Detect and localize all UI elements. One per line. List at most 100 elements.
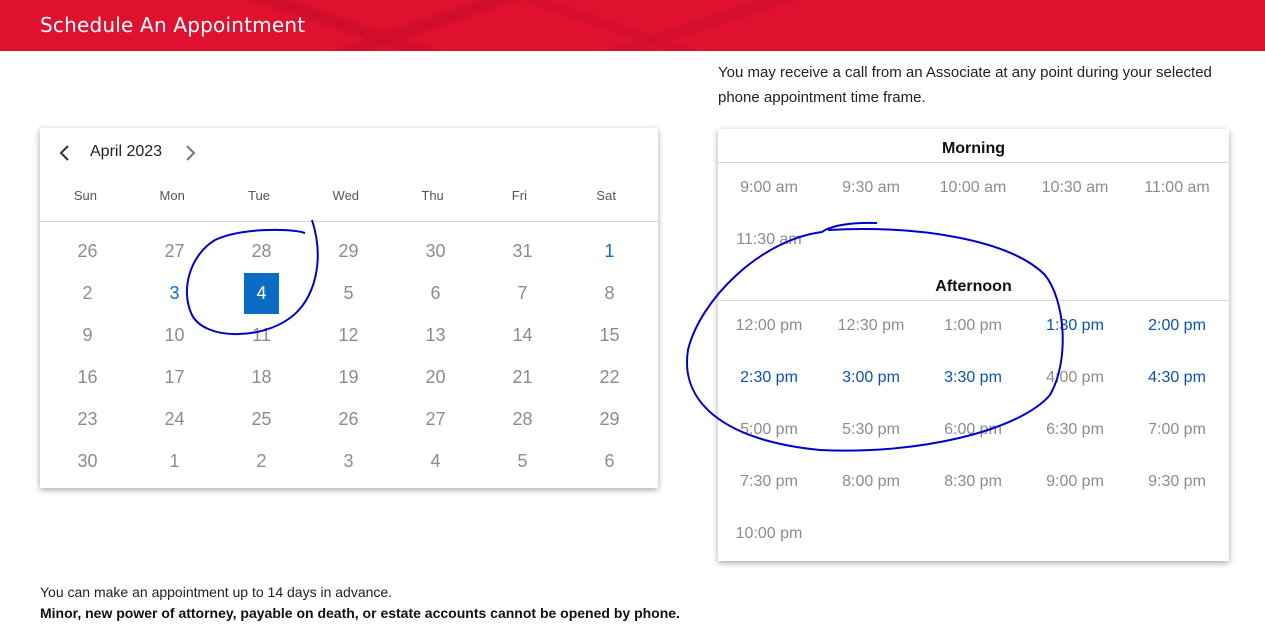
calendar-week: 16 17 18 19 20 21 22 (44, 356, 654, 398)
calendar-week: 23 24 25 26 27 28 29 (44, 398, 654, 440)
calendar-nav: April 2023 (40, 128, 658, 178)
calendar-day: 7 (479, 272, 566, 314)
calendar-day: 27 (131, 230, 218, 272)
day-number: 23 (77, 408, 98, 429)
weekday-label: Sun (73, 188, 97, 203)
time-slot: 5:30 pm (842, 421, 900, 438)
morning-heading: Morning (941, 140, 1006, 157)
calendar-day: 5 (305, 272, 392, 314)
calendar-day: 3 (305, 440, 392, 482)
day-number: 7 (517, 282, 528, 303)
time-slot: 8:30 pm (944, 473, 1002, 490)
day-number: 26 (77, 240, 98, 261)
calendar-day: 8 (566, 272, 653, 314)
calendar-day: 15 (566, 314, 653, 356)
weekday-label: Thu (421, 188, 444, 203)
calendar-day: 23 (44, 398, 131, 440)
day-number: 5 (517, 450, 528, 471)
time-slot[interactable]: 4:30 pm (1126, 369, 1228, 387)
month-label: April 2023 (90, 143, 163, 160)
calendar: April 2023 Sun Mon Tue Wed Thu Fri Sat 2… (40, 128, 658, 488)
time-slot: 7:00 pm (1148, 421, 1206, 438)
calendar-week: 9 10 11 12 13 14 15 (44, 314, 654, 356)
day-number: 12 (338, 324, 359, 345)
calendar-day: 2 (44, 272, 131, 314)
day-number: 6 (430, 282, 441, 303)
time-slot[interactable]: 1:30 pm (1024, 317, 1126, 335)
day-number: 25 (251, 408, 272, 429)
time-slot: 1:00 pm (944, 317, 1002, 334)
time-slot-panel: Morning Afternoon 9:00 am 9:30 am 10:00 am… (718, 129, 1229, 561)
weekday-label: Sat (596, 188, 616, 203)
day-number: 5 (343, 282, 354, 303)
calendar-day: 13 (392, 314, 479, 356)
day-number: 4 (430, 450, 441, 471)
time-slot: 9:30 pm (1148, 473, 1206, 490)
calendar-day: 17 (131, 356, 218, 398)
calendar-day: 4 (392, 440, 479, 482)
day-number: 28 (251, 240, 272, 261)
calendar-day: 11 (218, 314, 305, 356)
calendar-day: 21 (479, 356, 566, 398)
day-number: 21 (512, 366, 533, 387)
chevron-right-icon[interactable] (180, 142, 200, 164)
time-slot: 10:00 pm (735, 525, 803, 542)
chevron-left-icon[interactable] (55, 142, 75, 164)
time-slot: 11:30 am (736, 231, 802, 248)
calendar-day: 1 (131, 440, 218, 482)
day-number: 22 (599, 366, 620, 387)
day-number: 20 (425, 366, 446, 387)
weekday-header: Sun Mon Tue Wed Thu Fri Sat (40, 188, 658, 222)
calendar-day: 22 (566, 356, 653, 398)
calendar-day: 14 (479, 314, 566, 356)
calendar-day: 6 (566, 440, 653, 482)
page-title: Schedule An Appointment (40, 13, 306, 37)
calendar-day: 2 (218, 440, 305, 482)
weekday-label: Mon (159, 188, 185, 203)
calendar-day: 31 (479, 230, 566, 272)
divider (718, 162, 1229, 163)
time-slot: 10:30 am (1041, 179, 1109, 196)
day-number: 30 (425, 240, 446, 261)
time-slot: 9:00 am (740, 179, 798, 196)
day-number: 14 (512, 324, 533, 345)
day-number: 9 (82, 324, 93, 345)
account-warning: Minor, new power of attorney, payable on… (40, 605, 680, 621)
day-number: 11 (252, 324, 271, 345)
info-text: You may receive a call from an Associate… (718, 64, 1212, 106)
day-number: 29 (338, 240, 359, 261)
weekday-label: Fri (511, 188, 527, 203)
time-slot[interactable]: 3:30 pm (922, 369, 1024, 387)
day-number: 16 (77, 366, 98, 387)
afternoon-heading: Afternoon (935, 278, 1012, 295)
calendar-day[interactable]: 1 (566, 230, 653, 272)
calendar-day: 24 (131, 398, 218, 440)
time-slot: 9:30 am (842, 179, 900, 196)
time-slot[interactable]: 3:00 pm (820, 369, 922, 387)
calendar-week: 26 27 28 29 30 31 1 (44, 230, 654, 272)
time-slot: 11:00 am (1144, 179, 1210, 196)
calendar-day: 18 (218, 356, 305, 398)
weekday-label: Tue (248, 188, 270, 203)
page-header: Schedule An Appointment (0, 0, 1265, 51)
day-number: 1 (169, 450, 180, 471)
calendar-day: 19 (305, 356, 392, 398)
time-slot: 10:00 am (939, 179, 1007, 196)
time-slot[interactable]: 2:30 pm (718, 369, 820, 387)
day-number: 1 (604, 240, 615, 261)
day-number: 30 (77, 450, 98, 471)
calendar-day-selected[interactable]: 4 (218, 272, 305, 314)
calendar-day: 26 (305, 398, 392, 440)
calendar-day[interactable]: 3 (131, 272, 218, 314)
time-slot[interactable]: 2:00 pm (1126, 317, 1228, 335)
day-number: 4 (244, 272, 279, 314)
time-slot: 7:30 pm (740, 473, 798, 490)
day-number: 15 (599, 324, 620, 345)
day-number: 8 (604, 282, 615, 303)
day-number: 19 (338, 366, 359, 387)
advance-note: You can make an appointment up to 14 day… (40, 584, 393, 600)
calendar-day: 30 (44, 440, 131, 482)
day-grid: 26 27 28 29 30 31 1 2 3 4 5 6 7 8 9 10 11 12 13 14 15 16 17 18 1… (44, 230, 654, 482)
time-slot: 5:00 pm (740, 421, 798, 438)
day-number: 24 (164, 408, 185, 429)
